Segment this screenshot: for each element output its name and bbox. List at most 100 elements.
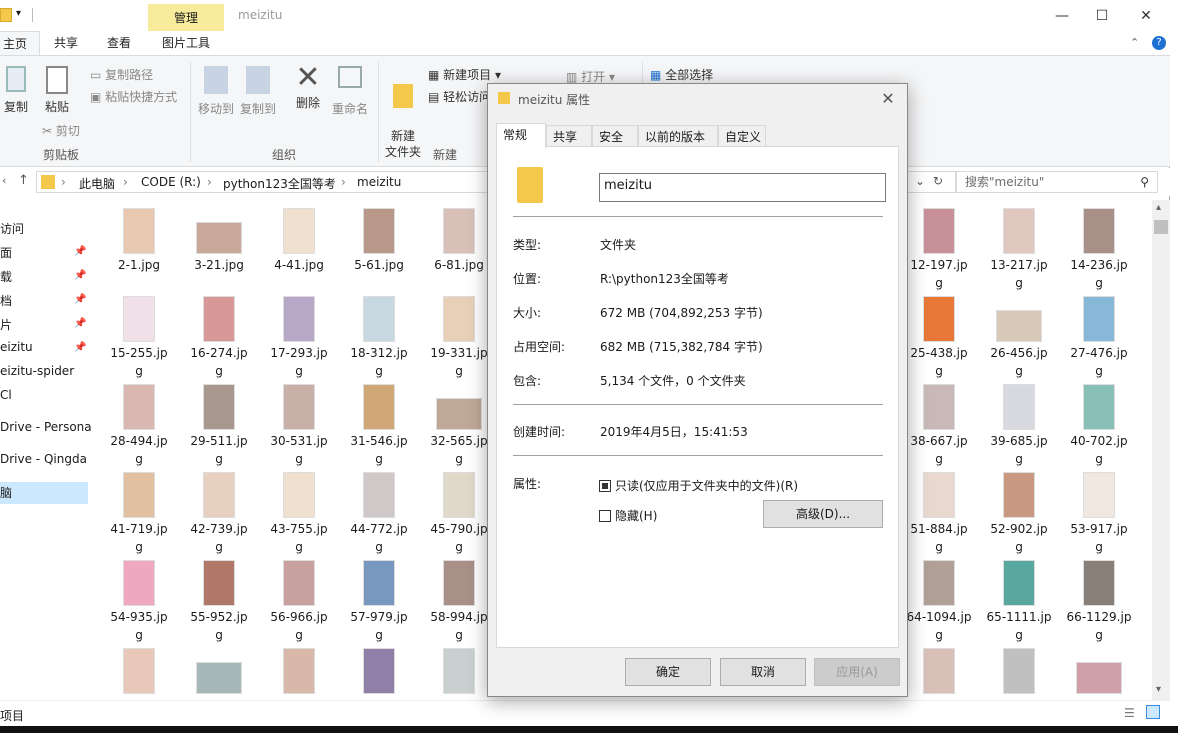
tab-customize[interactable]: 自定义: [718, 125, 766, 147]
file-item[interactable]: 51-884.jp g: [904, 472, 974, 556]
maximize-icon[interactable]: ☐: [1092, 6, 1112, 26]
file-item[interactable]: 3-21.jpg: [184, 208, 254, 274]
file-item[interactable]: 43-755.jp g: [264, 472, 334, 556]
close-icon[interactable]: ✕: [877, 88, 899, 110]
file-item[interactable]: 41-719.jp g: [104, 472, 174, 556]
file-item[interactable]: 32-565.jp g: [424, 384, 494, 468]
paste-button[interactable]: 粘贴: [40, 66, 74, 116]
file-item[interactable]: 57-979.jp g: [344, 560, 414, 644]
file-item[interactable]: 2-1.jpg: [104, 208, 174, 274]
file-item[interactable]: 58-994.jp g: [424, 560, 494, 644]
file-item[interactable]: 31-546.jp g: [344, 384, 414, 468]
file-item[interactable]: 53-917.jp g: [1064, 472, 1134, 556]
file-item[interactable]: 30-531.jp g: [264, 384, 334, 468]
nav-item[interactable]: Drive - Persona: [0, 420, 92, 434]
nav-item[interactable]: 访问: [0, 220, 24, 237]
file-item[interactable]: 64-1094.jp g: [904, 560, 974, 644]
context-tab-manage[interactable]: 管理: [148, 4, 224, 32]
nav-item[interactable]: eizitu-spider: [0, 364, 74, 378]
scroll-up-icon[interactable]: ▴: [1156, 202, 1161, 213]
tab-picture-tools[interactable]: 图片工具: [162, 31, 210, 55]
new-folder-button[interactable]: 新建 文件夹: [382, 68, 424, 160]
scroll-down-icon[interactable]: ▾: [1156, 684, 1161, 695]
nav-item-this-pc[interactable]: 脑: [0, 482, 88, 504]
file-item[interactable]: 18-312.jp g: [344, 296, 414, 380]
nav-item[interactable]: 载: [0, 268, 12, 285]
breadcrumb-folder[interactable]: python123全国等考: [223, 175, 336, 192]
file-item[interactable]: 16-274.jp g: [184, 296, 254, 380]
tab-previous-versions[interactable]: 以前的版本: [638, 125, 718, 147]
file-item[interactable]: 17-293.jp g: [264, 296, 334, 380]
file-item[interactable]: 29-511.jp g: [184, 384, 254, 468]
file-item[interactable]: [104, 648, 174, 696]
file-item[interactable]: 42-739.jp g: [184, 472, 254, 556]
file-item[interactable]: 66-1129.jp g: [1064, 560, 1134, 644]
file-item[interactable]: 12-197.jp g: [904, 208, 974, 292]
file-item[interactable]: 5-61.jpg: [344, 208, 414, 274]
nav-item[interactable]: 档: [0, 292, 12, 309]
ok-button[interactable]: 确定: [625, 658, 711, 686]
file-item[interactable]: 54-935.jp g: [104, 560, 174, 644]
refresh-icon[interactable]: ↻: [933, 174, 943, 188]
hidden-checkbox[interactable]: 隐藏(H): [599, 507, 657, 524]
new-item-button[interactable]: ▦ 新建项目 ▾: [428, 66, 501, 83]
file-item[interactable]: 38-667.jp g: [904, 384, 974, 468]
readonly-checkbox[interactable]: 只读(仅应用于文件夹中的文件)(R): [599, 477, 798, 494]
close-icon[interactable]: ✕: [1136, 6, 1156, 26]
move-to-button[interactable]: 移动到: [196, 66, 236, 117]
copy-to-button[interactable]: 复制到: [238, 66, 278, 117]
breadcrumb-current[interactable]: meizitu: [357, 175, 401, 189]
breadcrumb-drive[interactable]: CODE (R:): [141, 175, 201, 189]
nav-item[interactable]: 片: [0, 316, 12, 333]
cancel-button[interactable]: 取消: [720, 658, 806, 686]
file-item[interactable]: 56-966.jp g: [264, 560, 334, 644]
copy-path-button[interactable]: ▭ 复制路径: [90, 66, 153, 83]
tab-view[interactable]: 查看: [107, 31, 131, 55]
file-item[interactable]: 26-456.jp g: [984, 296, 1054, 380]
address-dropdown-icon[interactable]: ⌄: [915, 174, 925, 188]
nav-item[interactable]: eizitu: [0, 340, 33, 354]
file-item[interactable]: 52-902.jp g: [984, 472, 1054, 556]
file-item[interactable]: 4-41.jpg: [264, 208, 334, 274]
vertical-scrollbar[interactable]: ▴ ▾: [1152, 200, 1170, 700]
file-item[interactable]: 13-217.jp g: [984, 208, 1054, 292]
tab-security[interactable]: 安全: [592, 125, 638, 147]
advanced-button[interactable]: 高级(D)...: [763, 500, 883, 528]
file-item[interactable]: 45-790.jp g: [424, 472, 494, 556]
file-item[interactable]: 55-952.jp g: [184, 560, 254, 644]
file-item[interactable]: [424, 648, 494, 696]
scroll-thumb[interactable]: [1154, 220, 1168, 234]
apply-button[interactable]: 应用(A): [814, 658, 900, 686]
file-item[interactable]: [984, 648, 1054, 696]
delete-button[interactable]: ✕ 删除: [288, 62, 328, 111]
file-item[interactable]: 44-772.jp g: [344, 472, 414, 556]
back-arrow-icon[interactable]: ‹: [2, 174, 6, 187]
details-view-icon[interactable]: ☰: [1124, 706, 1135, 720]
tab-sharing[interactable]: 共享: [546, 125, 592, 147]
nav-item[interactable]: Drive - Qingda: [0, 452, 87, 466]
tab-general[interactable]: 常规: [496, 123, 546, 148]
file-item[interactable]: [264, 648, 334, 696]
file-item[interactable]: 39-685.jp g: [984, 384, 1054, 468]
copy-button[interactable]: 复制: [2, 66, 30, 116]
easy-access-button[interactable]: ▤ 轻松访问: [428, 88, 491, 105]
search-input[interactable]: 搜索"meizitu" ⚲: [956, 171, 1158, 193]
rename-button[interactable]: 重命名: [330, 66, 370, 117]
file-item[interactable]: 25-438.jp g: [904, 296, 974, 380]
breadcrumb-this-pc[interactable]: 此电脑: [79, 175, 115, 192]
folder-name-field[interactable]: meizitu: [599, 173, 886, 202]
collapse-ribbon-icon[interactable]: ⌃: [1130, 36, 1139, 49]
minimize-icon[interactable]: —: [1052, 6, 1072, 26]
tab-home[interactable]: 主页: [0, 31, 40, 55]
file-item[interactable]: [904, 648, 974, 696]
nav-item[interactable]: 面: [0, 244, 12, 261]
select-all-button[interactable]: ▦ 全部选择: [650, 66, 713, 83]
tab-share[interactable]: 共享: [54, 31, 78, 55]
file-item[interactable]: 19-331.jp g: [424, 296, 494, 380]
file-item[interactable]: [1064, 648, 1134, 696]
file-item[interactable]: 28-494.jp g: [104, 384, 174, 468]
file-item[interactable]: 6-81.jpg: [424, 208, 494, 274]
large-icons-view-icon[interactable]: [1146, 705, 1160, 719]
file-item[interactable]: 14-236.jp g: [1064, 208, 1134, 292]
file-item[interactable]: [344, 648, 414, 696]
